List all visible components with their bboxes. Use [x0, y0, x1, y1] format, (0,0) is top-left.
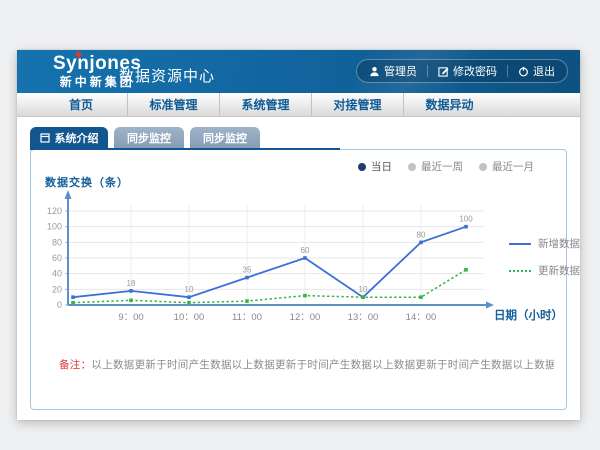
current-user[interactable]: 管理员: [369, 63, 417, 79]
tab-system-intro[interactable]: 系统介绍: [30, 127, 108, 148]
window-icon: [40, 133, 50, 143]
footnote: 备注：以上数据更新于时间产生数据以上数据更新于时间产生数据以上数据更新于时间产生…: [59, 357, 554, 372]
svg-text:100: 100: [459, 215, 473, 224]
chart-svg: 0 20 40 60 80 100 120 9：00 10：00 11：00 12：00 13：00 1…: [41, 188, 511, 338]
radio-last-month[interactable]: 最近一月: [479, 159, 534, 174]
legend-update-data: 更新数据: [509, 263, 580, 278]
svg-text:80: 80: [417, 230, 426, 239]
user-icon: [369, 66, 380, 77]
solid-line-icon: [509, 243, 531, 245]
svg-text:100: 100: [47, 222, 62, 232]
tab-sync-monitor-2[interactable]: 同步监控: [190, 127, 260, 148]
chart-panel: 当日 最近一周 最近一月 数据交换（条） 0204060801001209：00…: [30, 149, 567, 410]
series-legend: 新增数据 更新数据: [509, 236, 580, 278]
app-window: Synjones 新中新集团 数据资源中心 管理员 修改密码 退出 首页 标准管…: [17, 50, 580, 420]
tab-sync-monitor-1[interactable]: 同步监控: [114, 127, 184, 148]
svg-text:10: 10: [359, 285, 368, 294]
edit-icon: [438, 66, 449, 77]
radio-dot-icon: [358, 163, 366, 171]
footnote-text: 以上数据更新于时间产生数据以上数据更新于时间产生数据以上数据更新于时间产生数据以…: [91, 359, 554, 371]
power-icon: [518, 66, 529, 77]
main-nav: 首页 标准管理 系统管理 对接管理 数据异动: [17, 93, 580, 117]
svg-text:10：00: 10：00: [174, 312, 205, 323]
logout-button[interactable]: 退出: [518, 63, 555, 79]
footnote-label: 备注：: [59, 359, 91, 371]
svg-text:10: 10: [185, 285, 194, 294]
change-password-button[interactable]: 修改密码: [438, 63, 497, 79]
svg-text:12：00: 12：00: [290, 312, 321, 323]
svg-text:35: 35: [243, 266, 252, 275]
radio-dot-icon: [479, 163, 487, 171]
radio-last-week[interactable]: 最近一周: [408, 159, 463, 174]
svg-text:11：00: 11：00: [232, 312, 262, 323]
svg-text:60: 60: [301, 246, 310, 255]
svg-text:18: 18: [127, 279, 136, 288]
divider: [427, 65, 428, 77]
nav-item-data-changes[interactable]: 数据异动: [403, 93, 495, 116]
svg-text:20: 20: [52, 284, 62, 294]
nav-item-standards[interactable]: 标准管理: [127, 93, 219, 116]
radio-today[interactable]: 当日: [358, 159, 392, 174]
page-title: 数据资源中心: [119, 65, 215, 86]
svg-text:0: 0: [57, 300, 62, 310]
x-axis-title: 日期（小时）: [494, 307, 563, 323]
divider: [507, 65, 508, 77]
svg-text:40: 40: [52, 269, 62, 279]
svg-text:120: 120: [47, 206, 62, 216]
content-area: 系统介绍 同步监控 同步监控 当日 最近一周 最近一月 数据交换（条） 0204…: [17, 117, 580, 419]
dotted-line-icon: [509, 270, 531, 272]
nav-item-home[interactable]: 首页: [35, 93, 127, 116]
user-toolbar: 管理员 修改密码 退出: [356, 59, 568, 83]
svg-text:14：00: 14：00: [406, 312, 437, 323]
radio-dot-icon: [408, 163, 416, 171]
svg-text:13：00: 13：00: [348, 312, 379, 323]
time-range-filter: 当日 最近一周 最近一月: [358, 159, 534, 174]
legend-new-data: 新增数据: [509, 236, 580, 251]
tab-underline: [30, 148, 340, 150]
svg-text:9：00: 9：00: [118, 312, 143, 323]
header: Synjones 新中新集团 数据资源中心 管理员 修改密码 退出: [17, 50, 580, 93]
svg-text:60: 60: [52, 253, 62, 263]
svg-text:80: 80: [52, 237, 62, 247]
chart: 0 20 40 60 80 100 120 9：00 10：00 11：00 12：00 13：00 1…: [41, 188, 511, 338]
nav-item-system[interactable]: 系统管理: [219, 93, 311, 116]
nav-item-integration[interactable]: 对接管理: [311, 93, 403, 116]
tab-bar: 系统介绍 同步监控 同步监控: [30, 127, 260, 148]
